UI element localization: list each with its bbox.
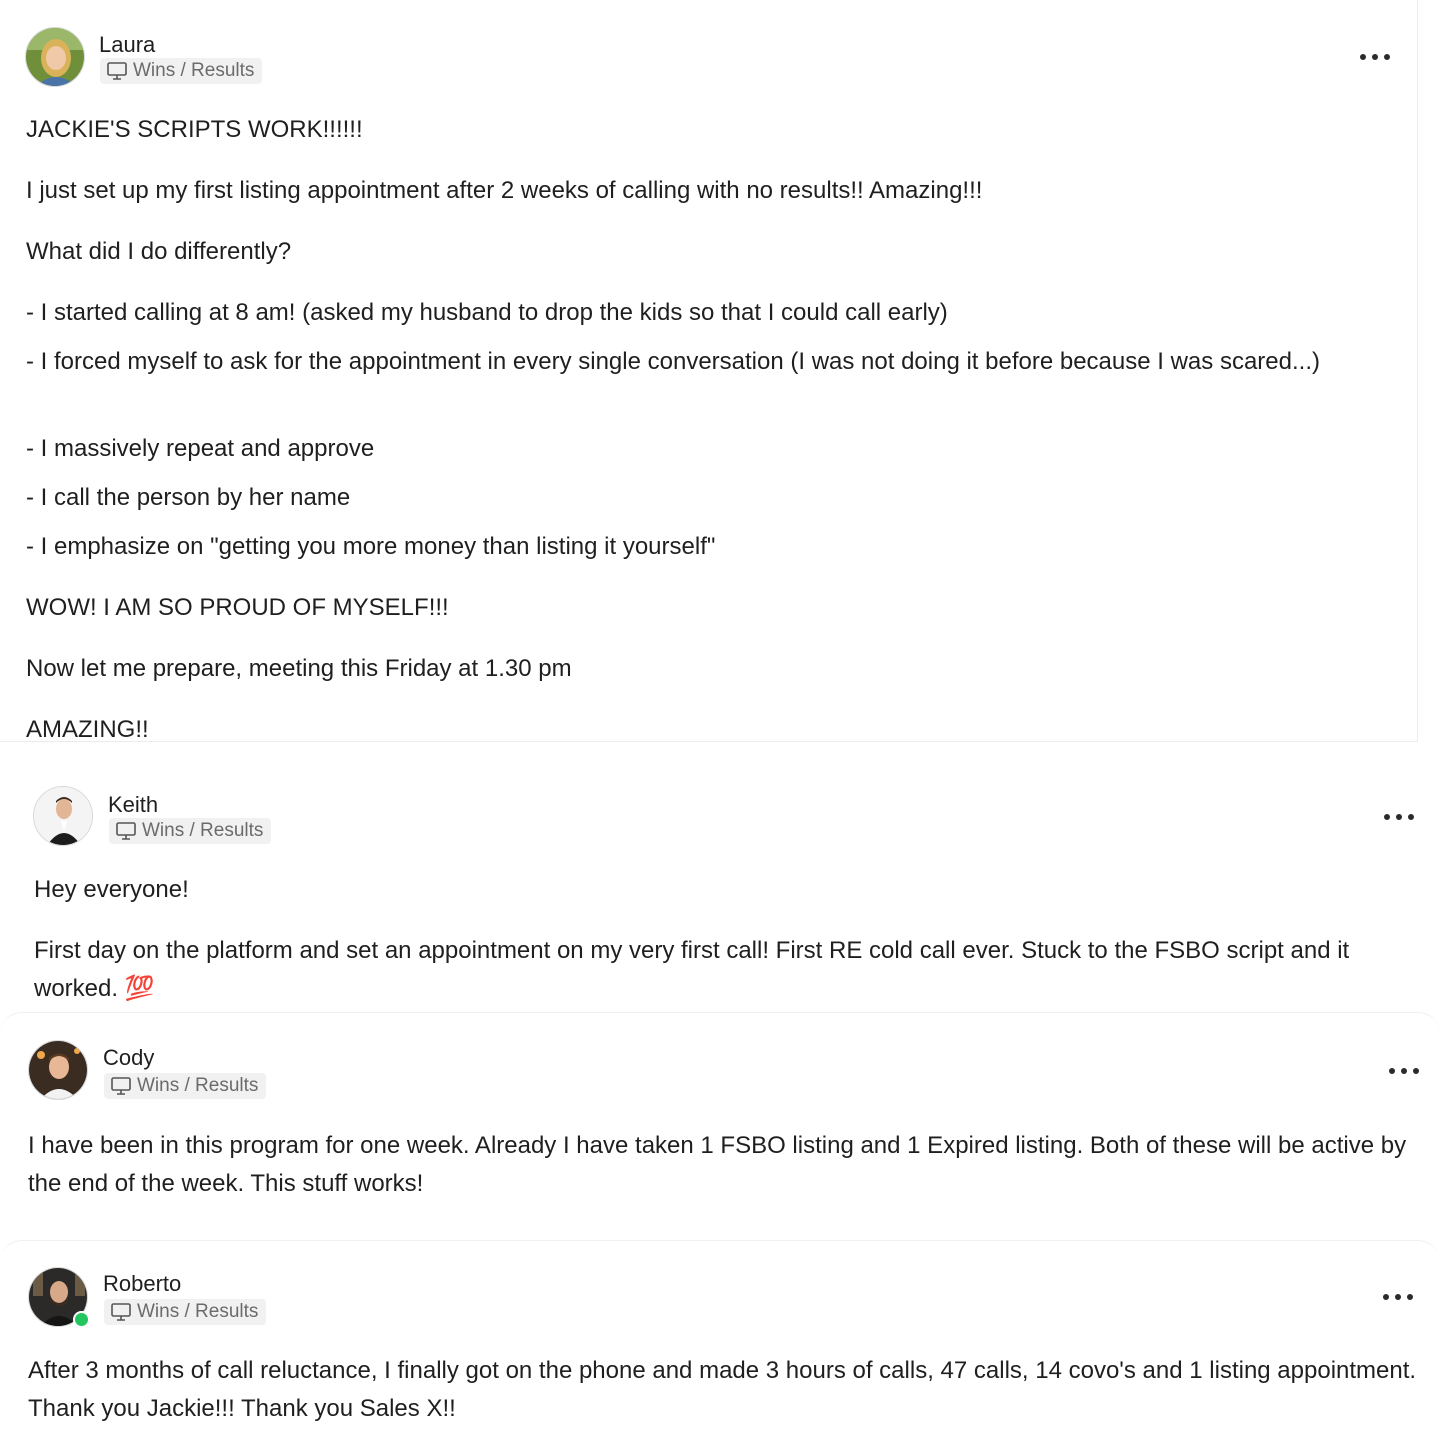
online-status-indicator xyxy=(73,1311,90,1328)
post-paragraph: I just set up my first listing appointme… xyxy=(26,177,983,204)
post-paragraph: - I started calling at 8 am! (asked my h… xyxy=(26,299,948,326)
monitor-icon xyxy=(110,1302,132,1322)
post-paragraph: What did I do differently? xyxy=(26,238,292,265)
post-paragraph: I have been in this program for one week… xyxy=(28,1132,1407,1197)
more-options-button[interactable] xyxy=(1383,1287,1413,1307)
post-paragraph: - I forced myself to ask for the appoint… xyxy=(26,348,1320,375)
monitor-icon xyxy=(110,1076,132,1096)
more-options-button[interactable] xyxy=(1389,1061,1419,1081)
more-options-button[interactable] xyxy=(1360,47,1390,67)
author-name[interactable]: Laura xyxy=(99,32,155,58)
post-paragraph: - I emphasize on "getting you more money… xyxy=(26,533,716,560)
avatar[interactable] xyxy=(33,786,93,846)
post-paragraph: Hey everyone! xyxy=(34,876,189,903)
post-paragraph: - I massively repeat and approve xyxy=(26,435,375,462)
post-paragraph: After 3 months of call reluctance, I fin… xyxy=(28,1357,1417,1422)
monitor-icon xyxy=(106,61,128,81)
post-card-keith: Keith Wins / Results Hey everyone! First… xyxy=(0,760,1440,1008)
avatar[interactable] xyxy=(25,27,85,87)
category-tag[interactable]: Wins / Results xyxy=(104,1073,267,1099)
post-card-laura: Laura Wins / Results JACKIE'S SCRIPTS WO… xyxy=(0,0,1418,743)
post-paragraph: First day on the platform and set an app… xyxy=(34,937,1350,1002)
category-label: Wins / Results xyxy=(142,820,264,841)
author-name[interactable]: Cody xyxy=(103,1045,154,1071)
post-paragraph: JACKIE'S SCRIPTS WORK!!!!!! xyxy=(26,116,363,143)
category-label: Wins / Results xyxy=(137,1301,259,1322)
post-card-cody: Cody Wins / Results I have been in this … xyxy=(0,1012,1440,1224)
post-paragraph: WOW! I AM SO PROUD OF MYSELF!!! xyxy=(26,594,449,621)
monitor-icon xyxy=(115,821,137,841)
more-options-button[interactable] xyxy=(1384,807,1414,827)
post-card-roberto: Roberto Wins / Results After 3 months of… xyxy=(0,1240,1440,1440)
category-label: Wins / Results xyxy=(133,60,255,81)
post-paragraph: - I call the person by her name xyxy=(26,484,351,511)
author-name[interactable]: Keith xyxy=(108,792,158,818)
post-paragraph: Now let me prepare, meeting this Friday … xyxy=(26,655,572,682)
category-tag[interactable]: Wins / Results xyxy=(104,1299,267,1325)
category-label: Wins / Results xyxy=(137,1075,259,1096)
avatar[interactable] xyxy=(28,1040,88,1100)
post-paragraph: AMAZING!! xyxy=(26,716,149,743)
author-name[interactable]: Roberto xyxy=(103,1271,181,1297)
category-tag[interactable]: Wins / Results xyxy=(109,818,272,844)
category-tag[interactable]: Wins / Results xyxy=(100,58,263,84)
